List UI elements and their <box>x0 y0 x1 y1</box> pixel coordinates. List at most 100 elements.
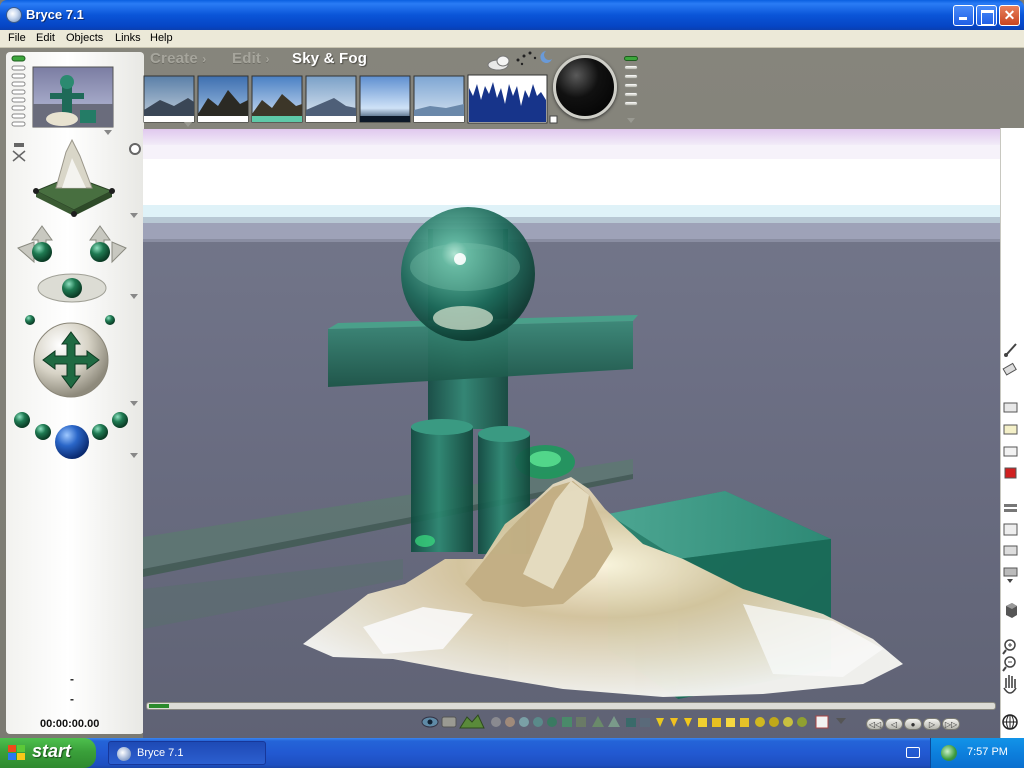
hand-pan-icon[interactable] <box>1003 675 1017 694</box>
pan-menu-arrow[interactable] <box>130 294 138 299</box>
right-tool-icons <box>1002 343 1018 730</box>
menu-edit[interactable]: Edit <box>36 32 55 44</box>
animation-timeline[interactable] <box>146 702 996 710</box>
taskbar: start Bryce 7.1 7:57 PM <box>0 738 1024 768</box>
zoom-out-icon[interactable] <box>1002 656 1016 672</box>
sky-preset-thumbnails <box>143 51 558 127</box>
camera-position-control[interactable] <box>14 412 128 459</box>
position-menu-arrow[interactable] <box>130 453 138 458</box>
select-camera-icon[interactable] <box>441 716 457 728</box>
moon-icon[interactable] <box>540 51 552 63</box>
menu-help[interactable]: Help <box>150 32 173 44</box>
stars-icon[interactable] <box>516 51 537 66</box>
paint-brush-icon[interactable] <box>1004 343 1017 357</box>
select-parallel-icon[interactable] <box>712 718 721 727</box>
memo-icon[interactable] <box>1003 424 1018 435</box>
start-label: start <box>32 741 72 761</box>
select-group-icon[interactable] <box>726 718 735 727</box>
sky-preset-1[interactable] <box>143 75 195 123</box>
select-material-icon[interactable] <box>815 715 829 729</box>
clock[interactable]: 7:57 PM <box>967 746 1008 758</box>
select-poly-icon[interactable] <box>755 717 765 727</box>
select-cone-icon[interactable] <box>608 716 620 727</box>
select-pyramid-icon[interactable] <box>592 716 604 727</box>
select-instance-icon[interactable] <box>783 717 793 727</box>
select-path-icon[interactable] <box>740 718 749 727</box>
toolbar-icon[interactable] <box>1003 545 1018 556</box>
camera-pan-control[interactable] <box>17 225 127 325</box>
play-button[interactable]: ● <box>904 718 922 730</box>
select-torus-icon[interactable] <box>626 718 636 727</box>
select-terrain-icon[interactable] <box>459 714 485 729</box>
start-button[interactable]: start <box>0 738 96 768</box>
sky-preset-2[interactable] <box>197 75 249 123</box>
select-light-icon[interactable] <box>656 718 664 727</box>
sun-moon-dial[interactable] <box>553 55 617 119</box>
taskbar-bryce-button[interactable]: Bryce 7.1 <box>108 741 266 765</box>
zoom-in-icon[interactable] <box>1002 639 1016 655</box>
select-eye-icon[interactable] <box>421 716 439 728</box>
sky-preset-4[interactable] <box>305 75 357 123</box>
bryce-task-icon <box>117 747 131 761</box>
network-tray-icon[interactable] <box>941 745 957 761</box>
select-plant-icon[interactable] <box>797 717 807 727</box>
trackball-control[interactable] <box>33 322 109 398</box>
view-menu-arrow[interactable] <box>130 213 138 218</box>
select-cloud-icon[interactable] <box>547 717 557 727</box>
sky-histogram[interactable] <box>467 74 548 124</box>
select-stone-icon[interactable] <box>491 717 501 727</box>
timecode: 00:00:00.00 <box>40 718 100 730</box>
timeline-progress <box>149 704 169 708</box>
image-icon[interactable] <box>1003 523 1018 536</box>
menu-file[interactable]: File <box>8 32 26 44</box>
select-mesh-icon[interactable] <box>769 717 779 727</box>
bryce-workspace: - - 00:00:00.00 Create › Edit › Sky & Fo… <box>0 48 1024 744</box>
trackball-menu-arrow[interactable] <box>130 401 138 406</box>
cube-icon[interactable] <box>1006 603 1017 618</box>
keyboard-icon[interactable] <box>906 747 920 758</box>
minimize-button[interactable] <box>953 5 974 26</box>
bryce-app-icon[interactable] <box>6 7 22 23</box>
presets-menu-arrow[interactable] <box>184 122 192 127</box>
sky-preset-6[interactable] <box>413 75 465 123</box>
sky-preset-3[interactable] <box>251 75 303 123</box>
fast-forward-button[interactable]: ▷▷ <box>942 718 960 730</box>
dropdown-menu-icon[interactable] <box>1003 567 1018 583</box>
select-radial-icon[interactable] <box>684 718 692 727</box>
view-control-terrain[interactable] <box>33 138 115 217</box>
color-swatch[interactable] <box>549 115 558 124</box>
eraser-icon[interactable] <box>1002 362 1017 376</box>
left-controls-art <box>11 55 141 459</box>
sky-preset-5[interactable] <box>359 75 411 123</box>
step-forward-button[interactable]: ▷ <box>923 718 941 730</box>
stop-render-icon[interactable] <box>1004 467 1017 479</box>
close-button[interactable]: ✕ <box>999 5 1020 26</box>
menu-objects[interactable]: Objects <box>66 32 103 44</box>
taskbar-bryce-label: Bryce 7.1 <box>137 747 184 759</box>
rewind-button[interactable]: ◁◁ <box>866 718 884 730</box>
layers-icon[interactable] <box>1004 504 1017 512</box>
globe-icon[interactable] <box>1002 714 1018 730</box>
preview-menu-arrow[interactable] <box>104 130 112 135</box>
select-lattice-icon[interactable] <box>519 717 529 727</box>
select-spotlight-icon[interactable] <box>670 718 678 727</box>
select-water-icon[interactable] <box>533 717 543 727</box>
select-cube-icon[interactable] <box>562 717 572 727</box>
select-tree-icon[interactable] <box>576 717 586 727</box>
scene-render <box>143 129 1001 744</box>
frame-icon[interactable] <box>1003 446 1018 457</box>
select-sphere-icon[interactable] <box>505 717 515 727</box>
maximize-button[interactable] <box>976 5 997 26</box>
camera-icon[interactable] <box>12 143 26 162</box>
3d-viewport[interactable] <box>143 129 1001 744</box>
select-square-light-icon[interactable] <box>698 718 707 727</box>
select-disc-icon[interactable] <box>640 718 650 727</box>
step-back-button[interactable]: ◁ <box>885 718 903 730</box>
view-radio-icon[interactable] <box>129 143 141 155</box>
render-window-icon[interactable] <box>1003 402 1018 413</box>
cloud-icon[interactable] <box>487 55 510 71</box>
menu-links[interactable]: Links <box>115 32 141 44</box>
selection-toolbar <box>421 714 846 729</box>
windows-logo-icon <box>8 745 26 761</box>
toolbar-menu-arrow[interactable] <box>836 718 846 724</box>
